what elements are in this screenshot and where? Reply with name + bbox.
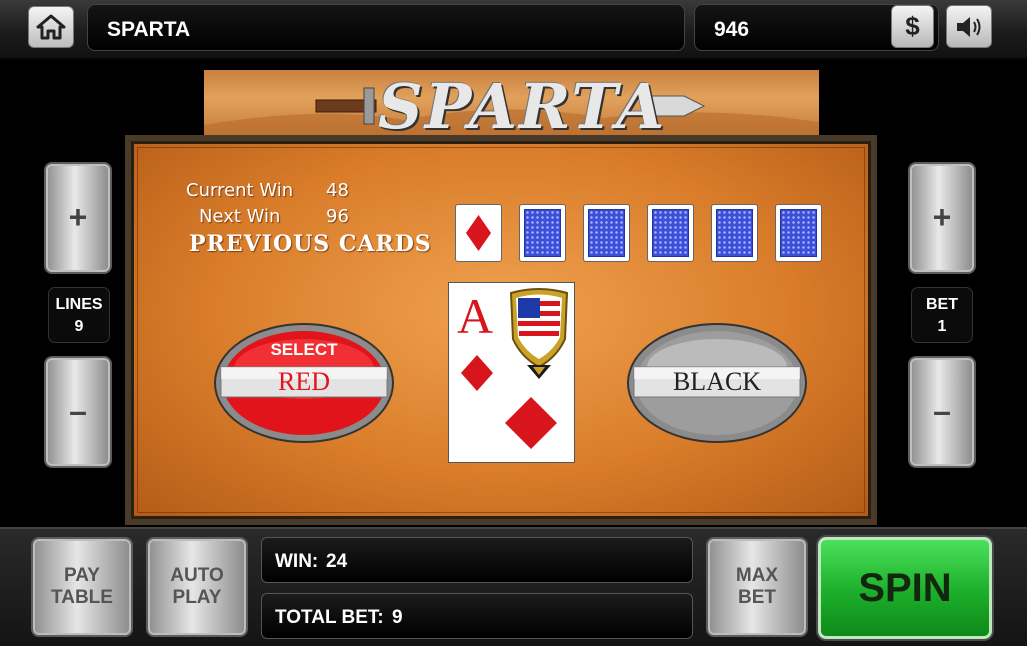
lines-plus-button[interactable]: +	[44, 162, 112, 274]
american-flag-shield-icon	[509, 288, 569, 379]
select-red-button[interactable]: SELECT RED	[213, 321, 395, 445]
next-win-value: 96	[326, 206, 349, 227]
lines-display: LINES 9	[48, 287, 110, 343]
next-win-label: Next Win	[199, 206, 281, 227]
select-black-button[interactable]: BLACK	[626, 321, 808, 445]
game-title: SPARTA	[107, 18, 191, 41]
logo-text: SPARTA	[378, 70, 667, 140]
current-card: A	[448, 282, 575, 463]
total-bet-value: 9	[392, 607, 403, 628]
pay-table-label-line2: TABLE	[51, 587, 113, 608]
win-panel: WIN: 24	[261, 537, 693, 583]
pay-table-label-line1: PAY	[64, 565, 100, 586]
cashier-button[interactable]: $	[891, 5, 934, 48]
select-label: SELECT	[270, 340, 338, 359]
total-bet-label: TOTAL BET:	[275, 607, 384, 628]
previous-card-back	[583, 204, 630, 262]
bet-label: BET	[926, 296, 958, 313]
auto-play-label-line2: PLAY	[172, 587, 222, 608]
red-label: RED	[278, 367, 330, 396]
previous-card-diamond	[455, 204, 502, 262]
card-back-pattern	[716, 209, 753, 257]
win-value: 24	[326, 551, 348, 572]
bet-display: BET 1	[911, 287, 973, 343]
card-back-pattern	[588, 209, 625, 257]
diamond-suit-icon	[466, 215, 491, 251]
gamble-panel: Current Win 48 Next Win 96 PREVIOUS CARD…	[125, 135, 877, 525]
current-win-label: Current Win	[186, 180, 294, 201]
previous-cards-title: PREVIOUS CARDS	[189, 231, 432, 257]
card-back-pattern	[652, 209, 689, 257]
pay-table-button[interactable]: PAY TABLE	[31, 537, 133, 637]
lines-value: 9	[74, 318, 84, 335]
diamond-suit-icon	[461, 355, 493, 391]
spin-button[interactable]: SPIN	[818, 537, 992, 639]
lines-minus-button[interactable]: –	[44, 356, 112, 468]
auto-play-label-line1: AUTO	[170, 565, 224, 586]
current-win-value: 48	[326, 180, 349, 201]
credits-value: 946	[714, 18, 750, 41]
max-bet-button[interactable]: MAX BET	[706, 537, 808, 637]
card-rank: A	[457, 288, 494, 344]
win-label: WIN:	[275, 551, 319, 572]
card-back-pattern	[780, 209, 817, 257]
speaker-icon	[957, 16, 981, 37]
game-title-panel: SPARTA	[87, 4, 685, 51]
logo-banner: SPARTA	[204, 70, 819, 140]
previous-card-back	[519, 204, 566, 262]
home-icon	[36, 14, 66, 40]
home-button[interactable]	[28, 6, 74, 48]
max-bet-label-line1: MAX	[735, 565, 779, 586]
previous-card-back	[775, 204, 822, 262]
max-bet-label-line2: BET	[738, 587, 776, 608]
sound-button[interactable]	[946, 5, 992, 48]
black-label: BLACK	[672, 367, 762, 396]
bet-plus-button[interactable]: +	[908, 162, 976, 274]
diamond-suit-icon	[505, 397, 557, 449]
bet-value: 1	[937, 318, 947, 335]
bet-minus-button[interactable]: –	[908, 356, 976, 468]
card-back-pattern	[524, 209, 561, 257]
previous-card-back	[647, 204, 694, 262]
auto-play-button[interactable]: AUTO PLAY	[146, 537, 248, 637]
total-bet-panel: TOTAL BET: 9	[261, 593, 693, 639]
lines-label: LINES	[55, 296, 103, 313]
previous-card-back	[711, 204, 758, 262]
